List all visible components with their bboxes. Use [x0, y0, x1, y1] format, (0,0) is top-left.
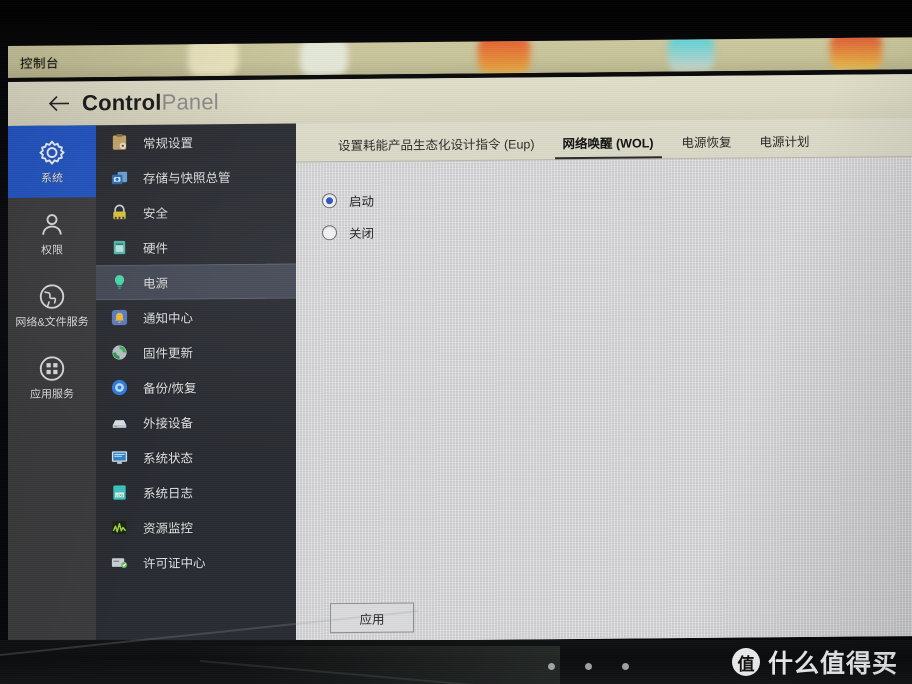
menu-item-backup-restore-label: 备份/恢复 [143, 381, 197, 396]
back-arrow-icon[interactable] [48, 92, 70, 114]
desk-reflection [0, 646, 560, 684]
menu-item-hardware-label: 硬件 [143, 241, 169, 256]
user-icon [37, 209, 67, 239]
menu-item-resource-monitor[interactable]: 资源监控 [96, 508, 296, 545]
menu-item-security-label: 安全 [143, 206, 169, 221]
sidebar-item-app-services[interactable]: 应用服务 [8, 341, 96, 414]
globe-icon [37, 281, 67, 311]
blurred-app-icon-5 [830, 37, 882, 71]
blurred-app-icon-3 [478, 37, 530, 74]
menu-item-security[interactable]: 安全 [96, 193, 296, 230]
tab-bar: 设置耗能产品生态化设计指令 (Eup) 网络唤醒 (WOL) 电源恢复 电源计划 [296, 118, 912, 163]
menu-item-resource-monitor-label: 资源监控 [143, 521, 194, 536]
radio-disable-label: 关闭 [349, 226, 375, 241]
clipboard-settings-icon [110, 133, 129, 152]
menu-item-notification-center[interactable]: 通知中心 [96, 298, 296, 335]
sidebar-item-system[interactable]: 系统 [8, 125, 96, 198]
notification-bell-icon [110, 308, 129, 327]
blurred-app-icon-2 [300, 38, 348, 76]
pager-dot-3 [622, 663, 629, 670]
menu-item-system-status-label: 系统状态 [143, 451, 194, 466]
screenshot-root: 控制台 ControlPanel 系统 权限 网络&文件服务 应用服务 常规设置… [0, 0, 912, 684]
system-status-monitor-icon [110, 448, 129, 467]
watermark: 值 什么值得买 [731, 644, 898, 680]
menu-item-system-logs-label: 系统日志 [143, 486, 194, 501]
menu-item-notification-center-label: 通知中心 [143, 311, 194, 326]
sidebar-item-network-file-services[interactable]: 网络&文件服务 [8, 269, 96, 342]
sidebar-item-system-label: 系统 [41, 172, 63, 185]
tab-wol[interactable]: 网络唤醒 (WOL) [549, 132, 668, 159]
radio-option-enable[interactable]: 启动 [322, 179, 912, 216]
taskbar-title: 控制台 [20, 56, 60, 71]
primary-sidebar: 系统 权限 网络&文件服务 应用服务 [8, 125, 96, 644]
sidebar-item-app-services-label: 应用服务 [30, 388, 74, 401]
svg-text:LOG: LOG [115, 493, 123, 497]
watermark-text: 什么值得买 [767, 650, 898, 678]
wol-settings-panel: 启动 关闭 [296, 157, 912, 248]
app-header: ControlPanel [8, 74, 912, 126]
sidebar-item-privileges-label: 权限 [41, 244, 63, 257]
content-area: 设置耗能产品生态化设计指令 (Eup) 网络唤醒 (WOL) 电源恢复 电源计划… [296, 118, 912, 642]
menu-item-hardware[interactable]: 硬件 [96, 228, 296, 265]
storage-snapshot-icon [110, 168, 129, 187]
external-device-icon [110, 413, 129, 432]
watermark-logo: 值 [731, 648, 760, 676]
pager-dot-1 [548, 663, 555, 670]
resource-monitor-icon [110, 518, 129, 537]
menu-item-general-settings[interactable]: 常规设置 [96, 123, 296, 160]
page-title-bold: Control [82, 89, 162, 116]
power-bulb-icon [110, 273, 129, 292]
pager-dot-2 [585, 663, 592, 670]
menu-item-firmware-update[interactable]: 固件更新 [96, 333, 296, 370]
menu-item-system-logs[interactable]: LOG 系统日志 [96, 473, 296, 510]
tab-power-recovery-label: 电源恢复 [681, 135, 732, 151]
radio-option-disable[interactable]: 关闭 [322, 211, 912, 248]
tab-power-schedule[interactable]: 电源计划 [746, 131, 824, 158]
backup-restore-icon [110, 378, 129, 397]
blurred-app-icon-4 [668, 37, 714, 72]
menu-item-power-label: 电源 [143, 276, 169, 291]
sidebar-item-network-file-services-label: 网络&文件服务 [15, 316, 89, 329]
gear-icon [37, 137, 67, 167]
tab-eup[interactable]: 设置耗能产品生态化设计指令 (Eup) [324, 133, 549, 161]
sidebar-item-privileges[interactable]: 权限 [8, 197, 96, 270]
control-panel-window: ControlPanel 系统 权限 网络&文件服务 应用服务 常规设置 存储与… [8, 74, 912, 645]
menu-item-storage-snapshots-label: 存储与快照总管 [143, 171, 231, 186]
menu-item-general-settings-label: 常规设置 [143, 136, 194, 151]
secondary-menu: 常规设置 存储与快照总管 安全 硬件 电源 通知中心 固件更新 备份/恢复 外接… [96, 123, 296, 644]
tab-wol-label: 网络唤醒 (WOL) [562, 136, 654, 152]
menu-item-license-center[interactable]: 许可证中心 [96, 543, 296, 580]
license-center-icon [110, 553, 129, 572]
menu-item-firmware-update-label: 固件更新 [143, 346, 194, 361]
menu-item-backup-restore[interactable]: 备份/恢复 [96, 368, 296, 405]
firmware-update-icon [110, 343, 129, 362]
system-log-icon: LOG [110, 483, 129, 502]
menu-item-license-center-label: 许可证中心 [143, 556, 206, 571]
menu-item-storage-snapshots[interactable]: 存储与快照总管 [96, 158, 296, 195]
radio-enable-indicator[interactable] [322, 192, 337, 208]
blurred-app-icon-1 [188, 37, 238, 77]
tab-eup-label: 设置耗能产品生态化设计指令 (Eup) [338, 137, 535, 154]
radio-enable-label: 启动 [349, 194, 375, 209]
radio-disable-indicator[interactable] [322, 224, 337, 240]
page-title: ControlPanel [82, 89, 219, 116]
menu-item-system-status[interactable]: 系统状态 [96, 438, 296, 475]
lock-icon [110, 203, 129, 222]
pager-dots [548, 663, 629, 670]
tab-power-recovery[interactable]: 电源恢复 [668, 132, 746, 159]
apps-grid-icon [37, 353, 67, 383]
tab-power-schedule-label: 电源计划 [759, 135, 810, 150]
menu-item-external-device-label: 外接设备 [143, 416, 194, 431]
page-title-light: Panel [161, 89, 219, 115]
menu-item-external-device[interactable]: 外接设备 [96, 403, 296, 440]
menu-item-power[interactable]: 电源 [96, 263, 296, 301]
hardware-chip-icon [110, 238, 129, 257]
